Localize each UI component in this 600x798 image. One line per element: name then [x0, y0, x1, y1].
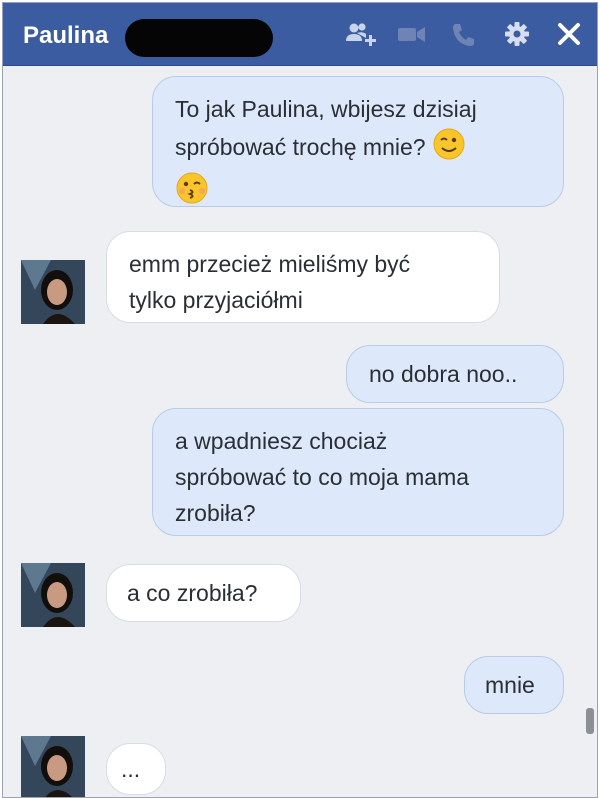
outgoing-message-bubble[interactable]: a wpadniesz chociaż spróbować to co moja… — [152, 408, 564, 536]
message-text-line: To jak Paulina, wbijesz dzisiaj — [175, 96, 477, 122]
avatar[interactable] — [21, 563, 85, 627]
phone-icon[interactable] — [449, 21, 477, 47]
outgoing-message-bubble[interactable]: To jak Paulina, wbijesz dzisiaj spróbowa… — [152, 76, 564, 207]
avatar[interactable] — [21, 260, 85, 324]
kissing-face-emoji — [175, 171, 209, 215]
add-person-icon[interactable] — [345, 21, 377, 47]
message-list[interactable]: To jak Paulina, wbijesz dzisiaj spróbowa… — [3, 66, 597, 797]
message-text: a co zrobiła? — [127, 580, 258, 606]
message-text-line: spróbować trochę mnie? — [175, 134, 426, 161]
typing-indicator-bubble: ... — [106, 743, 166, 795]
close-icon[interactable] — [556, 21, 582, 47]
chat-header: Paulina — [3, 3, 597, 66]
message-text-line: emm przecież mieliśmy być — [129, 251, 411, 277]
avatar[interactable] — [21, 736, 85, 797]
chat-window: Paulina To jak Paulina, wbijesz dzisiaj … — [2, 2, 598, 798]
message-text: mnie — [485, 672, 535, 698]
message-text-line: zrobiła? — [175, 500, 256, 526]
incoming-message-bubble[interactable]: a co zrobiła? — [106, 564, 301, 622]
contact-name[interactable]: Paulina — [23, 22, 108, 50]
winking-face-emoji — [432, 127, 466, 171]
gear-icon[interactable] — [503, 21, 531, 47]
typing-indicator-text: ... — [121, 756, 141, 782]
incoming-message-bubble[interactable]: emm przecież mieliśmy być tylko przyjaci… — [106, 231, 500, 323]
outgoing-message-bubble[interactable]: no dobra noo.. — [346, 345, 564, 403]
redaction-bar — [125, 19, 273, 57]
outgoing-message-bubble[interactable]: mnie — [464, 656, 564, 714]
message-text-line: spróbować to co moja mama — [175, 464, 470, 490]
video-call-icon[interactable] — [395, 21, 429, 47]
message-text: no dobra noo.. — [369, 361, 518, 387]
scrollbar[interactable] — [586, 708, 594, 734]
message-text-line: a wpadniesz chociaż — [175, 428, 388, 454]
message-text-line: tylko przyjaciółmi — [129, 287, 303, 313]
